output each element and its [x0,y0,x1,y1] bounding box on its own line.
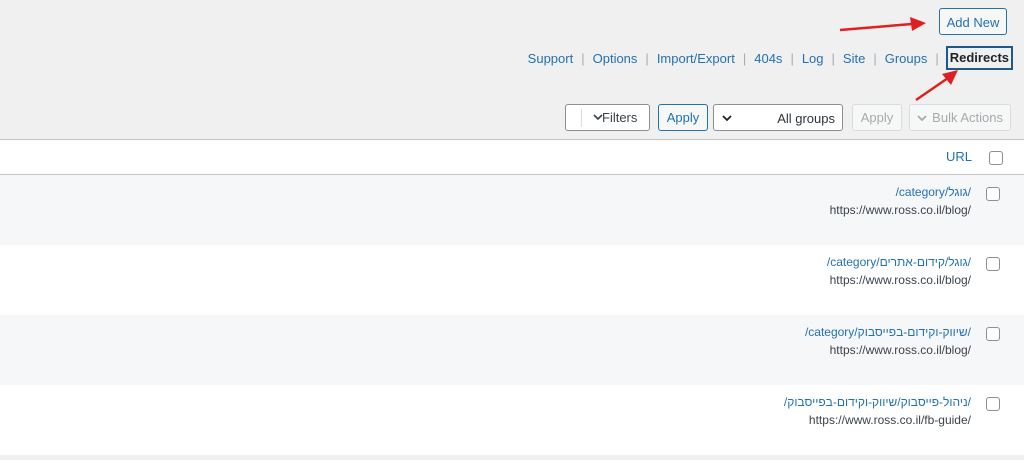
arrow-to-redirects [915,70,958,102]
nav-separator: | [645,50,649,66]
filters-dropdown[interactable]: Filters [565,104,650,131]
nav-separator: | [831,50,835,66]
nav-separator: | [935,50,939,66]
nav-separator: | [873,50,877,66]
bulk-actions-label: Bulk Actions [932,110,1003,125]
row-checkbox[interactable] [986,257,1000,271]
nav-separator: | [790,50,794,66]
redirect-source-link[interactable]: /ניהול-פייסבוק/שיווק-וקידום-בפייסבוק/ [784,395,971,409]
filters-label: Filters [602,110,638,125]
select-all-checkbox[interactable] [989,151,1003,165]
filters-divider [581,109,582,127]
table-row: /category/גוגל/קידום-אתרים/ https://www.… [0,245,1024,315]
nav-redirects-current[interactable]: Redirects [945,46,1013,70]
redirect-target: https://www.ross.co.il/blog/ [829,343,971,357]
nav-groups[interactable]: Groups [884,51,929,66]
nav-import-export[interactable]: Import/Export [656,51,736,66]
bulk-actions-select[interactable]: Bulk Actions [909,104,1011,131]
nav-options[interactable]: Options [592,51,639,66]
table-header: URL [0,140,1024,175]
table-row: /category/גוגל/ https://www.ross.co.il/b… [0,175,1024,245]
add-new-button[interactable]: Add New [939,8,1007,35]
row-checkbox[interactable] [986,187,1000,201]
chevron-down-icon [722,115,732,122]
apply-filters-button[interactable]: Apply [658,104,708,131]
apply-bulk-button[interactable]: Apply [852,104,902,131]
table-row: /ניהול-פייסבוק/שיווק-וקידום-בפייסבוק/ ht… [0,385,1024,455]
row-checkbox[interactable] [986,397,1000,411]
chevron-down-icon [917,115,927,122]
nav-site[interactable]: Site [842,51,866,66]
nav-support[interactable]: Support [527,51,575,66]
nav-404s[interactable]: 404s [753,51,783,66]
row-checkbox[interactable] [986,327,1000,341]
redirect-source-link[interactable]: /category/גוגל/ [896,185,971,199]
redirect-source-link[interactable]: /category/שיווק-וקידום-בפייסבוק/ [805,325,971,339]
subsubsub-nav: Support | Options | Import/Export | 404s… [527,46,1013,70]
redirect-target: https://www.ross.co.il/blog/ [829,203,971,217]
redirects-table: URL /category/גוגל/ https://www.ross.co.… [0,139,1024,460]
groups-select[interactable]: All groups [713,104,843,131]
arrow-to-add-new [839,17,926,32]
url-column-header[interactable]: URL [946,149,972,164]
nav-log[interactable]: Log [801,51,825,66]
redirect-source-link[interactable]: /category/גוגל/קידום-אתרים/ [827,255,971,269]
table-row: /category/שיווק-וקידום-בפייסבוק/ https:/… [0,315,1024,385]
nav-separator: | [742,50,747,66]
nav-separator: | [581,50,585,66]
redirect-target: https://www.ross.co.il/blog/ [829,273,971,287]
redirect-target: https://www.ross.co.il/fb-guide/ [808,413,971,427]
groups-select-value: All groups [777,111,835,126]
